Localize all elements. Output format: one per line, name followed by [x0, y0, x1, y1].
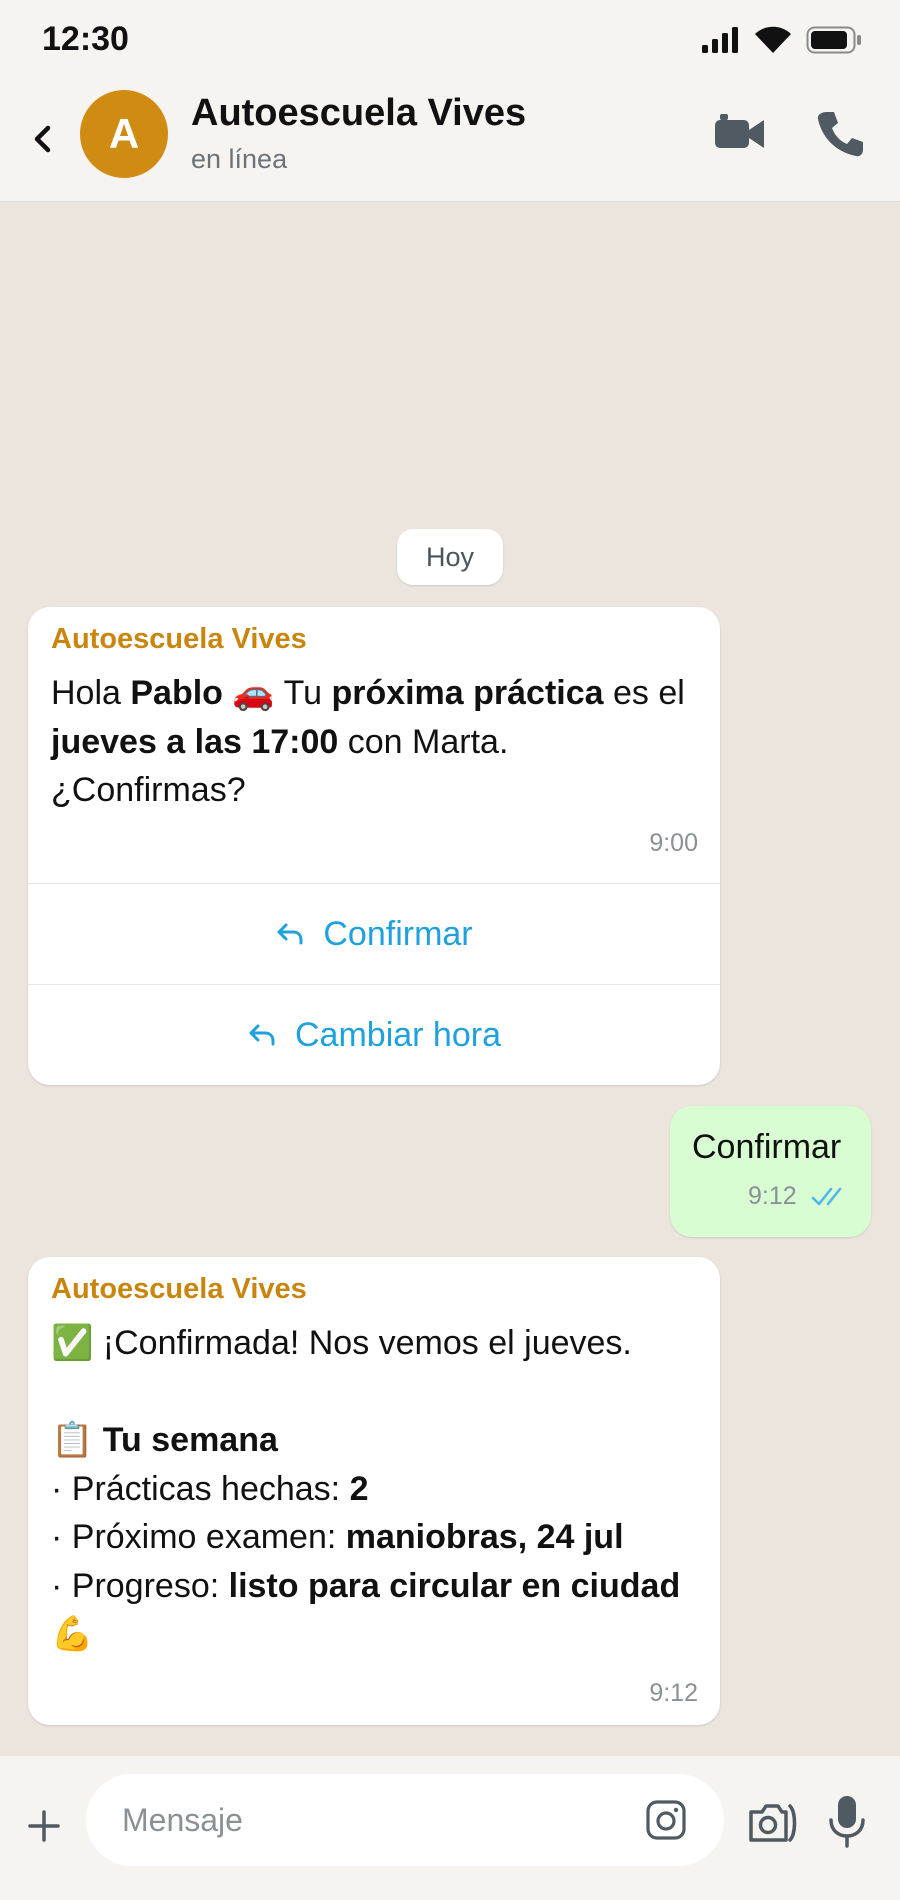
date-separator: Hoy — [397, 529, 503, 585]
message-text: Hola Pablo 🚗 Tu próxima práctica es el j… — [51, 674, 685, 809]
sender-name: Autoescuela Vives — [51, 1273, 307, 1305]
confirm-quick-reply-button[interactable]: Confirmar — [28, 883, 720, 984]
incoming-message[interactable]: Autoescuela Vives ✅ ¡Confirmada! Nos vem… — [28, 1257, 720, 1725]
mic-icon[interactable] — [828, 1794, 866, 1850]
camera-icon[interactable] — [746, 1800, 802, 1846]
avatar[interactable]: A — [80, 90, 168, 178]
message-time: 9:12 — [748, 1182, 797, 1210]
reply-icon — [277, 923, 303, 945]
outgoing-message[interactable]: Confirmar 9:12 — [670, 1106, 871, 1237]
message-text: ✅ ¡Confirmada! Nos vemos el jueves. 📋 Tu… — [51, 1319, 701, 1659]
signal-icon — [702, 27, 738, 53]
examen-line: · Próximo examen: maniobras, 24 jul — [51, 1518, 624, 1556]
message-time: 9:00 — [649, 829, 698, 857]
confirmation-line: ✅ ¡Confirmada! Nos vemos el jueves. — [51, 1324, 632, 1362]
incoming-message[interactable]: Autoescuela Vives Hola Pablo 🚗 Tu próxim… — [28, 607, 720, 1085]
video-call-icon[interactable] — [712, 108, 768, 160]
battery-icon — [806, 26, 861, 54]
contact-name[interactable]: Autoescuela Vives — [191, 92, 526, 135]
message-composer — [0, 1756, 900, 1900]
wifi-icon — [755, 26, 791, 53]
change-time-quick-reply-label: Cambiar hora — [295, 1015, 501, 1054]
chat-header: A Autoescuela Vives en línea — [0, 78, 900, 202]
status-icons — [702, 26, 862, 54]
practicas-line: · Prácticas hechas: 2 — [51, 1469, 369, 1508]
sticker-icon[interactable] — [644, 1798, 688, 1842]
contact-status: en línea — [191, 144, 288, 174]
week-title-line: 📋 Tu semana — [51, 1421, 278, 1459]
progreso-line: · Progreso: listo para circular en ciuda… — [51, 1566, 681, 1654]
message-input[interactable] — [122, 1774, 622, 1866]
message-time: 9:12 — [649, 1679, 698, 1707]
phone-icon[interactable] — [812, 106, 868, 162]
status-time: 12:30 — [42, 20, 129, 58]
plus-icon[interactable] — [26, 1808, 62, 1844]
double-check-icon — [811, 1187, 842, 1206]
status-bar: 12:30 — [0, 0, 900, 78]
sender-name: Autoescuela Vives — [51, 623, 307, 655]
chat-area: Hoy Autoescuela Vives Hola Pablo 🚗 Tu pr… — [0, 202, 900, 1756]
message-text: Confirmar — [692, 1128, 842, 1166]
change-time-quick-reply-button[interactable]: Cambiar hora — [28, 984, 720, 1085]
back-icon[interactable] — [28, 114, 58, 164]
message-input-box[interactable] — [86, 1774, 724, 1866]
reply-icon — [249, 1024, 275, 1046]
confirm-quick-reply-label: Confirmar — [323, 914, 473, 953]
